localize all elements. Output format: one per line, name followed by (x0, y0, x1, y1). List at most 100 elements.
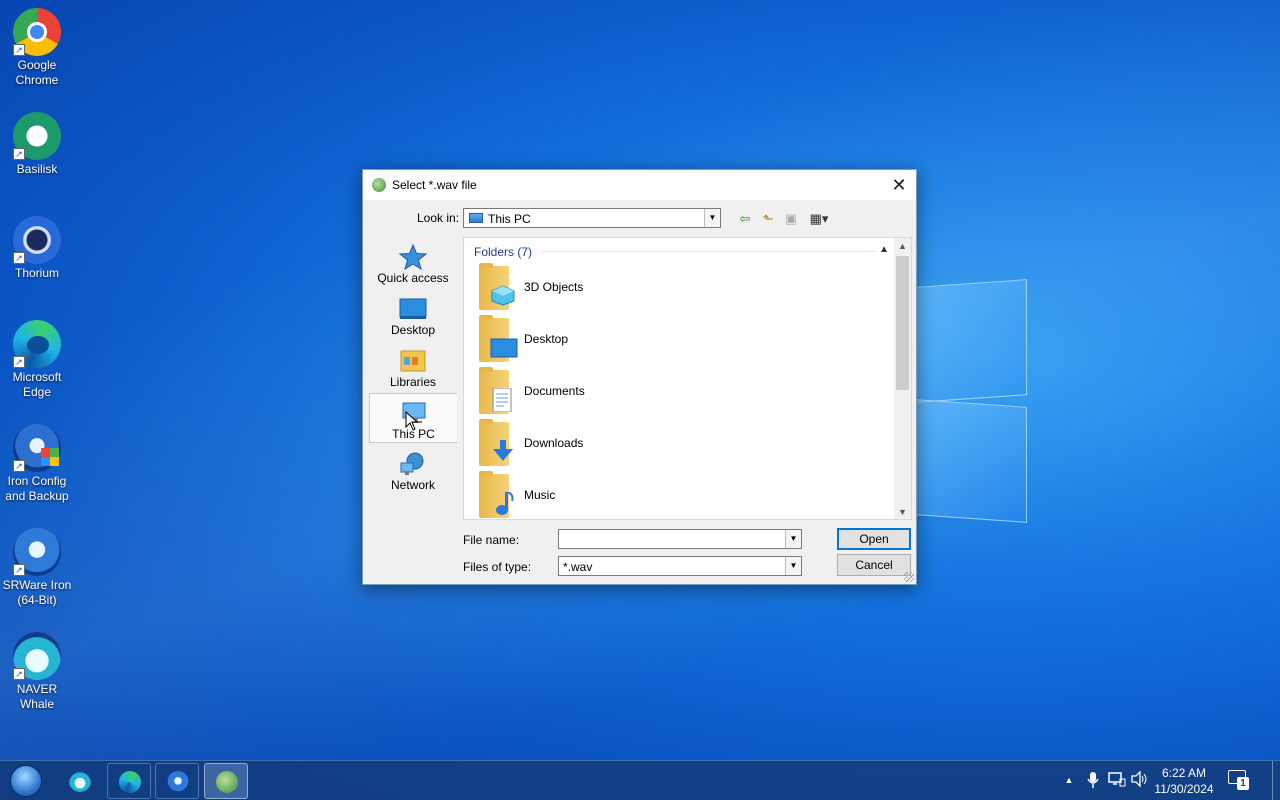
libraries-icon (399, 348, 427, 374)
folder-name: Documents (524, 384, 585, 398)
places-bar: Quick access Desktop Libraries This PC N… (369, 238, 457, 518)
system-clock[interactable]: 6:22 AM 11/30/2024 (1150, 765, 1218, 797)
volume-icon[interactable] (1131, 770, 1149, 789)
shortcut-arrow-icon: ↗ (13, 148, 25, 160)
desktop-icon-basilisk[interactable]: ↗ Basilisk (2, 112, 72, 177)
desktop-icon-label: (64-Bit) (17, 593, 57, 607)
naver-whale-icon: ↗ (13, 632, 61, 680)
desktop-icon (399, 296, 427, 322)
dialog-titlebar[interactable]: Select *.wav file ✕ (363, 170, 916, 200)
back-button[interactable]: ⇦ (736, 210, 754, 228)
show-desktop-button[interactable] (1272, 761, 1280, 800)
taskbar-app-wav-selector[interactable] (204, 763, 248, 799)
scroll-down-arrow-icon[interactable]: ▼ (894, 504, 911, 519)
shortcut-arrow-icon: ↗ (13, 668, 25, 680)
folder-item-3d-objects[interactable]: 3D Objects (478, 263, 868, 312)
action-center-button[interactable]: 1 (1228, 770, 1250, 790)
iron-config-icon: ↗ (13, 424, 61, 472)
up-folder-button[interactable]: ⬑ (759, 210, 777, 228)
music-icon (478, 471, 516, 518)
vertical-scrollbar[interactable]: ▲ ▼ (894, 238, 911, 519)
microphone-icon[interactable] (1084, 771, 1102, 789)
folder-name: Desktop (524, 332, 569, 346)
app-icon (372, 178, 386, 192)
desktop-icon-label: and Backup (5, 489, 69, 503)
documents-icon (478, 367, 516, 414)
srware-iron-icon (167, 771, 189, 793)
place-quick-access[interactable]: Quick access (369, 238, 457, 288)
app-icon (216, 771, 238, 793)
start-button[interactable] (4, 763, 48, 799)
desktop-icon-iron-config[interactable]: ↗ Iron Config and Backup (2, 424, 72, 504)
scrollbar-thumb[interactable] (896, 256, 909, 390)
naver-whale-icon (69, 770, 91, 792)
shortcut-arrow-icon: ↗ (13, 564, 25, 576)
this-pc-icon (469, 213, 483, 223)
desktop-icon-label: Microsoft (12, 370, 62, 384)
downloads-icon (478, 419, 516, 466)
desktop-icon-label: Basilisk (16, 162, 58, 176)
file-name-label: File name: (463, 533, 520, 547)
look-in-label: Look in: (417, 211, 460, 225)
chevron-down-icon[interactable]: ▼ (785, 530, 801, 548)
desktop-icon-srware-iron[interactable]: ↗ SRWare Iron (64-Bit) (2, 528, 72, 608)
chrome-icon: ↗ (13, 8, 61, 56)
up-folder-icon: ⬑ (762, 211, 774, 226)
shortcut-arrow-icon: ↗ (13, 356, 25, 368)
thorium-icon: ↗ (13, 216, 61, 264)
file-name-input[interactable] (562, 531, 782, 547)
close-button[interactable]: ✕ (882, 170, 916, 200)
open-button[interactable]: Open (837, 528, 911, 550)
place-desktop[interactable]: Desktop (369, 290, 457, 340)
desktop-icon-label: SRWare Iron (2, 578, 72, 592)
desktop-icon-label: Thorium (14, 266, 59, 280)
desktop-icon-label: NAVER (16, 682, 58, 696)
taskbar-app-edge[interactable] (107, 763, 151, 799)
srware-iron-icon: ↗ (13, 528, 61, 576)
file-list[interactable]: Folders (7) ▲ 3D Objects Desktop Documen… (463, 237, 912, 520)
folder-item-downloads[interactable]: Downloads (478, 419, 868, 468)
clock-date: 11/30/2024 (1154, 782, 1214, 796)
tray-overflow-chevron-icon[interactable]: ▲ (1060, 771, 1078, 789)
folder-item-documents[interactable]: Documents (478, 367, 868, 416)
look-in-dropdown[interactable]: This PC ▼ (463, 208, 721, 228)
shortcut-arrow-icon: ↗ (13, 44, 25, 56)
desktop-icon-label: Edge (22, 385, 52, 399)
files-of-type-dropdown[interactable]: *.wav ▼ (558, 556, 802, 576)
edge-icon: ↗ (13, 320, 61, 368)
scroll-up-arrow-icon[interactable]: ▲ (894, 238, 911, 255)
desktop-icon-chrome[interactable]: ↗ Google Chrome (2, 8, 72, 88)
mouse-cursor-icon (405, 410, 419, 431)
3d-objects-icon (478, 263, 516, 310)
new-folder-button[interactable]: ▣ (782, 210, 800, 228)
file-name-field[interactable]: ▼ (558, 529, 802, 549)
place-network[interactable]: Network (369, 445, 457, 495)
place-label: Desktop (390, 323, 436, 337)
shortcut-arrow-icon: ↗ (13, 460, 25, 472)
network-status-icon[interactable] (1108, 771, 1126, 789)
folder-item-desktop[interactable]: Desktop (478, 315, 868, 364)
chevron-down-icon[interactable]: ▼ (785, 557, 801, 575)
group-header[interactable]: Folders (7) (474, 245, 532, 259)
view-menu-icon: ▦▾ (809, 211, 829, 226)
taskbar-app-naver-whale[interactable] (58, 763, 102, 799)
chevron-up-icon[interactable]: ▲ (879, 244, 889, 255)
folder-item-music[interactable]: Music (478, 471, 868, 519)
back-arrow-icon: ⇦ (739, 211, 751, 226)
chevron-down-icon[interactable]: ▼ (704, 209, 720, 227)
desktop-icon-thorium[interactable]: ↗ Thorium (2, 216, 72, 281)
wallpaper-logo-pane-bottom (916, 399, 1027, 523)
desktop-icon-label: Whale (19, 697, 54, 711)
wallpaper-logo-pane-top (916, 279, 1027, 403)
resize-grip[interactable] (904, 572, 914, 582)
new-folder-icon: ▣ (784, 211, 798, 226)
place-libraries[interactable]: Libraries (369, 342, 457, 392)
cancel-button[interactable]: Cancel (837, 554, 911, 576)
taskbar-app-srware-iron[interactable] (155, 763, 199, 799)
desktop-icon-naver-whale[interactable]: ↗ NAVER Whale (2, 632, 72, 712)
view-menu-button[interactable]: ▦▾ (805, 210, 833, 228)
desktop-icon-edge[interactable]: ↗ Microsoft Edge (2, 320, 72, 400)
folder-name: Downloads (524, 436, 584, 450)
desktop-icon-label: Chrome (15, 73, 59, 87)
desktop-icon-label: Google (17, 58, 57, 72)
